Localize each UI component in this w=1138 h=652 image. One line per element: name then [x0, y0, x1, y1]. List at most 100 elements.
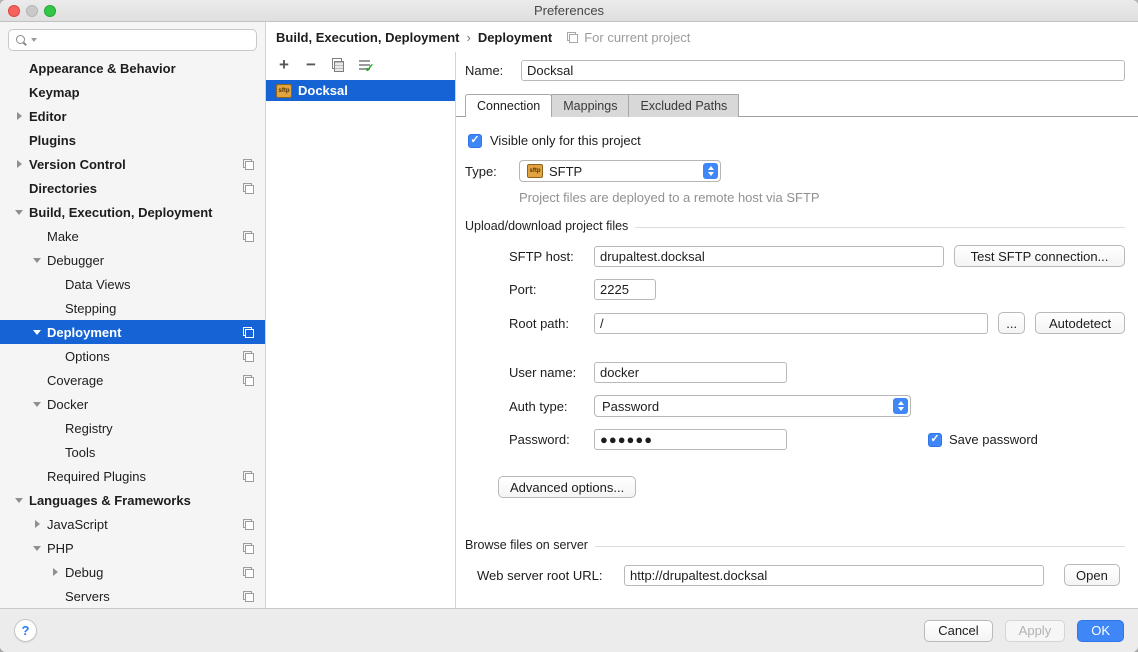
- breadcrumb-category[interactable]: Build, Execution, Deployment: [276, 30, 459, 45]
- sidebar-item-languages-frameworks[interactable]: Languages & Frameworks: [0, 488, 265, 512]
- sidebar-item-stepping[interactable]: Stepping: [0, 296, 265, 320]
- cancel-button[interactable]: Cancel: [924, 620, 992, 642]
- copy-icon: [331, 58, 345, 72]
- chevron-down-icon[interactable]: [30, 330, 44, 335]
- type-select[interactable]: sftp SFTP: [519, 160, 721, 182]
- tab-connection[interactable]: Connection: [465, 94, 552, 117]
- sidebar-item-label: Coverage: [47, 373, 103, 388]
- sftp-host-input[interactable]: [594, 246, 944, 267]
- dialog-footer: ? Cancel Apply OK: [0, 608, 1138, 652]
- sidebar-item-label: Debugger: [47, 253, 104, 268]
- sidebar-item-label: Required Plugins: [47, 469, 146, 484]
- sidebar-item-label: Deployment: [47, 325, 121, 340]
- per-project-icon: [242, 470, 255, 483]
- type-hint: Project files are deployed to a remote h…: [519, 190, 1125, 205]
- chevron-down-icon[interactable]: [30, 546, 44, 551]
- sidebar-item-javascript[interactable]: JavaScript: [0, 512, 265, 536]
- preferences-window: Preferences Appearance & Behavior Keymap…: [0, 0, 1138, 652]
- per-project-icon: [242, 158, 255, 171]
- sidebar-item-make[interactable]: Make: [0, 224, 265, 248]
- search-input[interactable]: [37, 33, 250, 48]
- per-project-icon: [242, 566, 255, 579]
- sidebar-item-required-plugins[interactable]: Required Plugins: [0, 464, 265, 488]
- title-bar: Preferences: [0, 0, 1138, 22]
- tab-excluded-paths[interactable]: Excluded Paths: [628, 94, 739, 117]
- scope-label: For current project: [584, 30, 690, 45]
- advanced-options-button[interactable]: Advanced options...: [498, 476, 636, 498]
- visible-only-checkbox[interactable]: ✓: [468, 134, 482, 148]
- breadcrumb-page[interactable]: Deployment: [478, 30, 552, 45]
- autodetect-button[interactable]: Autodetect: [1035, 312, 1125, 334]
- open-url-button[interactable]: Open: [1064, 564, 1120, 586]
- sidebar-item-label: Tools: [65, 445, 95, 460]
- per-project-icon: [242, 182, 255, 195]
- upload-section-title: Upload/download project files: [465, 219, 628, 233]
- chevron-right-icon[interactable]: [30, 520, 44, 528]
- tab-mappings[interactable]: Mappings: [551, 94, 629, 117]
- per-project-icon: [242, 518, 255, 531]
- sidebar-item-plugins[interactable]: Plugins: [0, 128, 265, 152]
- chevron-right-icon[interactable]: [12, 160, 26, 168]
- sidebar-item-deployment-selected[interactable]: Deployment: [0, 320, 265, 344]
- chevron-down-icon[interactable]: [30, 258, 44, 263]
- sidebar-item-debug[interactable]: Debug: [0, 560, 265, 584]
- sidebar-item-editor[interactable]: Editor: [0, 104, 265, 128]
- type-value: SFTP: [549, 164, 582, 179]
- sidebar-item-label: Directories: [29, 181, 97, 196]
- server-list-item-docksal[interactable]: sftp Docksal: [266, 80, 455, 101]
- chevron-right-icon[interactable]: [48, 568, 62, 576]
- use-as-default-button[interactable]: [355, 55, 375, 75]
- sidebar-item-version-control[interactable]: Version Control: [0, 152, 265, 176]
- sidebar-item-docker[interactable]: Docker: [0, 392, 265, 416]
- sidebar-item-data-views[interactable]: Data Views: [0, 272, 265, 296]
- sidebar-item-servers[interactable]: Servers: [0, 584, 265, 608]
- sidebar-item-debugger[interactable]: Debugger: [0, 248, 265, 272]
- chevron-down-icon[interactable]: [12, 210, 26, 215]
- sidebar-item-label: Docker: [47, 397, 88, 412]
- root-path-input[interactable]: [594, 313, 988, 334]
- add-server-button[interactable]: [274, 55, 294, 75]
- settings-sidebar: Appearance & Behavior Keymap Editor Plug…: [0, 22, 266, 608]
- save-password-checkbox[interactable]: ✓: [928, 433, 942, 447]
- per-project-icon: [242, 350, 255, 363]
- port-input[interactable]: [594, 279, 656, 300]
- sidebar-item-appearance-behavior[interactable]: Appearance & Behavior: [0, 56, 265, 80]
- sftp-file-icon: sftp: [527, 164, 543, 178]
- copy-server-button[interactable]: [328, 55, 348, 75]
- root-path-label: Root path:: [509, 316, 594, 331]
- password-input[interactable]: [594, 429, 787, 450]
- sidebar-item-registry[interactable]: Registry: [0, 416, 265, 440]
- sidebar-item-build-execution-deployment[interactable]: Build, Execution, Deployment: [0, 200, 265, 224]
- sidebar-item-keymap[interactable]: Keymap: [0, 80, 265, 104]
- sidebar-item-label: Appearance & Behavior: [29, 61, 176, 76]
- user-name-input[interactable]: [594, 362, 787, 383]
- auth-type-select[interactable]: Password: [594, 395, 911, 417]
- server-list-toolbar: [266, 52, 455, 78]
- per-project-icon: [242, 230, 255, 243]
- sidebar-item-php[interactable]: PHP: [0, 536, 265, 560]
- sidebar-item-coverage[interactable]: Coverage: [0, 368, 265, 392]
- web-root-input[interactable]: [624, 565, 1044, 586]
- sidebar-item-label: Make: [47, 229, 79, 244]
- sidebar-item-options[interactable]: Options: [0, 344, 265, 368]
- help-button[interactable]: ?: [14, 619, 37, 642]
- sidebar-item-label: Build, Execution, Deployment: [29, 205, 212, 220]
- chevron-down-icon[interactable]: [12, 498, 26, 503]
- select-stepper-icon[interactable]: [893, 398, 908, 414]
- remove-server-button[interactable]: [301, 55, 321, 75]
- window-title: Preferences: [0, 3, 1138, 18]
- sidebar-item-tools[interactable]: Tools: [0, 440, 265, 464]
- sidebar-item-label: Languages & Frameworks: [29, 493, 191, 508]
- chevron-down-icon[interactable]: [30, 402, 44, 407]
- apply-button[interactable]: Apply: [1005, 620, 1066, 642]
- chevron-right-icon[interactable]: [12, 112, 26, 120]
- sidebar-item-label: Servers: [65, 589, 110, 604]
- browse-root-path-button[interactable]: ...: [998, 312, 1025, 334]
- settings-search-box[interactable]: [8, 29, 257, 51]
- name-input[interactable]: [521, 60, 1125, 81]
- select-stepper-icon[interactable]: [703, 163, 718, 179]
- sidebar-item-directories[interactable]: Directories: [0, 176, 265, 200]
- settings-tree: Appearance & Behavior Keymap Editor Plug…: [0, 56, 265, 608]
- test-sftp-connection-button[interactable]: Test SFTP connection...: [954, 245, 1125, 267]
- ok-button[interactable]: OK: [1077, 620, 1124, 642]
